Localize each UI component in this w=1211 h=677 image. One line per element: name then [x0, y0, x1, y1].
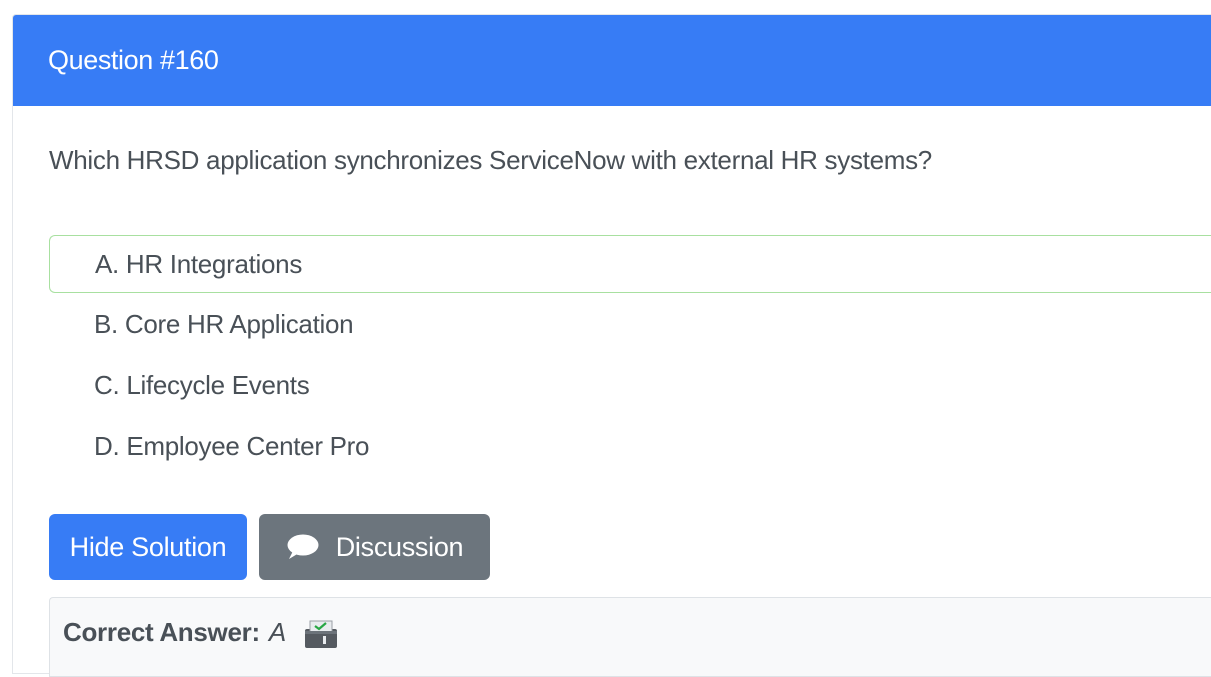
choice-a[interactable]: A. HR Integrations	[49, 235, 1211, 293]
choice-label: B. Core HR Application	[94, 308, 354, 339]
choice-c[interactable]: C. Lifecycle Events	[49, 356, 1211, 414]
ballot-box-icon	[304, 619, 338, 656]
discussion-label: Discussion	[335, 531, 464, 562]
hide-solution-button[interactable]: Hide Solution	[49, 514, 247, 580]
question-number: Question #160	[48, 45, 219, 75]
correct-answer-label: Correct Answer:	[63, 617, 260, 647]
speech-bubble-icon	[286, 533, 320, 561]
choice-d[interactable]: D. Employee Center Pro	[49, 417, 1211, 475]
question-header: Question #160	[13, 15, 1211, 106]
action-buttons: Hide Solution Discussion	[49, 514, 490, 580]
question-text: Which HRSD application synchronizes Serv…	[49, 145, 932, 175]
choice-label: A. HR Integrations	[95, 248, 303, 279]
hide-solution-label: Hide Solution	[69, 531, 227, 562]
choice-label: C. Lifecycle Events	[94, 369, 310, 400]
correct-answer-box: Correct Answer: A	[49, 597, 1211, 677]
choice-b[interactable]: B. Core HR Application	[49, 295, 1211, 353]
correct-answer-value: A	[268, 617, 287, 647]
question-card: Question #160 Which HRSD application syn…	[12, 14, 1211, 677]
discussion-button[interactable]: Discussion	[259, 514, 490, 580]
choice-label: D. Employee Center Pro	[94, 430, 370, 461]
